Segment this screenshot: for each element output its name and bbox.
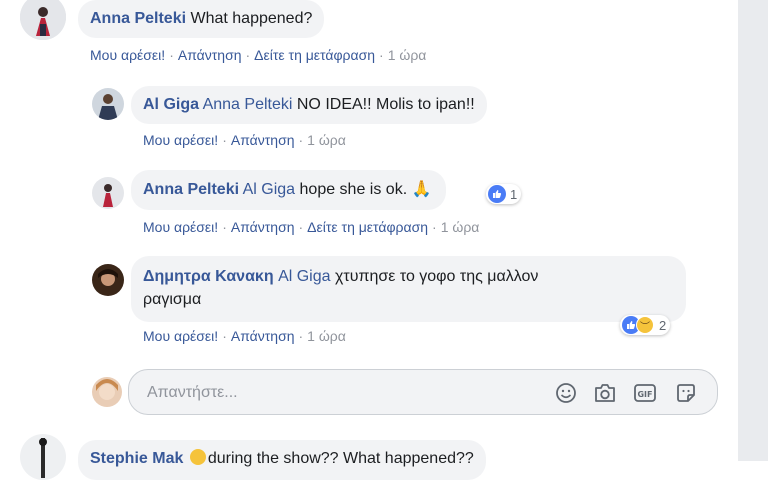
like-reaction-icon <box>488 185 506 203</box>
reply-text: NO IDEA!! Molis to ipan!! <box>296 96 475 113</box>
translate-link[interactable]: Δείτε τη μετάφραση <box>307 219 428 235</box>
reply-bubble-1: Al Giga Anna Pelteki NO IDEA!! Molis to … <box>131 86 487 124</box>
reply-actions-1: Μου αρέσει! · Απάντηση · 1 ώρα <box>143 132 346 148</box>
reply-author[interactable]: Δημητρα Κανακη <box>143 268 274 285</box>
avatar-dimitra[interactable] <box>92 264 124 296</box>
person-icon <box>20 0 66 40</box>
reply-bubble-3: Δημητρα Κανακη Al Giga χτυπησε το γοφο τ… <box>131 256 686 322</box>
reply-author[interactable]: Anna Pelteki <box>143 181 239 198</box>
timestamp[interactable]: 1 ώρα <box>307 132 346 148</box>
like-link[interactable]: Μου αρέσει! <box>143 132 218 148</box>
avatar-anna-small[interactable] <box>92 177 124 209</box>
sad-reaction-icon: ︶ <box>636 316 654 334</box>
avatar-al-giga[interactable] <box>92 88 124 120</box>
comment-bubble-next: Stephie Mak during the show?? What happe… <box>78 440 486 480</box>
avatar-stephie[interactable] <box>20 434 66 480</box>
avatar-current-user[interactable] <box>92 377 122 407</box>
svg-text:GIF: GIF <box>637 390 652 399</box>
reaction-count: 2 <box>659 317 667 333</box>
comment-author[interactable]: Anna Pelteki <box>90 10 186 27</box>
comment-text: during the show?? What happened?? <box>207 450 474 467</box>
comment-author[interactable]: Stephie Mak <box>90 450 183 467</box>
like-link[interactable]: Μου αρέσει! <box>143 328 218 344</box>
reply-author[interactable]: Al Giga <box>143 96 199 113</box>
reply-text: hope she is ok. 🙏 <box>299 181 432 198</box>
avatar-anna[interactable] <box>20 0 66 40</box>
timestamp[interactable]: 1 ώρα <box>307 328 346 344</box>
person-icon <box>92 88 124 120</box>
timestamp[interactable]: 1 ώρα <box>388 47 427 63</box>
reaction-summary-3[interactable]: ︶ 2 <box>620 315 671 335</box>
reply-mention[interactable]: Al Giga <box>243 181 295 198</box>
comment-actions-main: Μου αρέσει! · Απάντηση · Δείτε τη μετάφραση ·… <box>90 47 427 63</box>
person-icon <box>92 264 124 296</box>
sticker-icon[interactable] <box>674 381 698 405</box>
like-link[interactable]: Μου αρέσει! <box>143 219 218 235</box>
reply-link[interactable]: Απάντηση <box>231 328 295 344</box>
reply-mention[interactable]: Anna Pelteki <box>203 96 293 113</box>
person-icon <box>92 377 122 407</box>
reply-actions-3: Μου αρέσει! · Απάντηση · 1 ώρα <box>143 328 346 344</box>
reply-input[interactable] <box>147 382 527 404</box>
smiley-icon[interactable] <box>554 381 578 405</box>
reply-actions-2: Μου αρέσει! · Απάντηση · Δείτε τη μετάφραση ·… <box>143 219 480 235</box>
comment-bubble-main: Anna Pelteki What happened? <box>78 0 325 38</box>
reply-text-line1: χτυπησε το γοφο της μαλλον <box>334 268 539 285</box>
laughing-emoji-icon <box>189 449 206 465</box>
camera-icon[interactable] <box>593 381 617 405</box>
timestamp[interactable]: 1 ώρα <box>441 219 480 235</box>
reply-box: GIF <box>128 369 718 415</box>
gif-icon[interactable]: GIF <box>633 381 657 405</box>
comment-text: What happened? <box>190 10 313 27</box>
translate-link[interactable]: Δείτε τη μετάφραση <box>254 47 375 63</box>
person-icon <box>92 177 124 209</box>
reply-bubble-2: Anna Pelteki Al Giga hope she is ok. 🙏 <box>131 170 446 210</box>
reply-link[interactable]: Απάντηση <box>231 132 295 148</box>
person-icon <box>20 434 66 480</box>
reply-link[interactable]: Απάντηση <box>178 47 242 63</box>
reply-text-line2: ραγισμα <box>143 291 202 308</box>
reaction-summary-2[interactable]: 1 <box>486 184 522 204</box>
right-rail <box>738 0 768 461</box>
reply-link[interactable]: Απάντηση <box>231 219 295 235</box>
reply-mention[interactable]: Al Giga <box>278 268 330 285</box>
reaction-count: 1 <box>510 186 518 202</box>
like-link[interactable]: Μου αρέσει! <box>90 47 165 63</box>
